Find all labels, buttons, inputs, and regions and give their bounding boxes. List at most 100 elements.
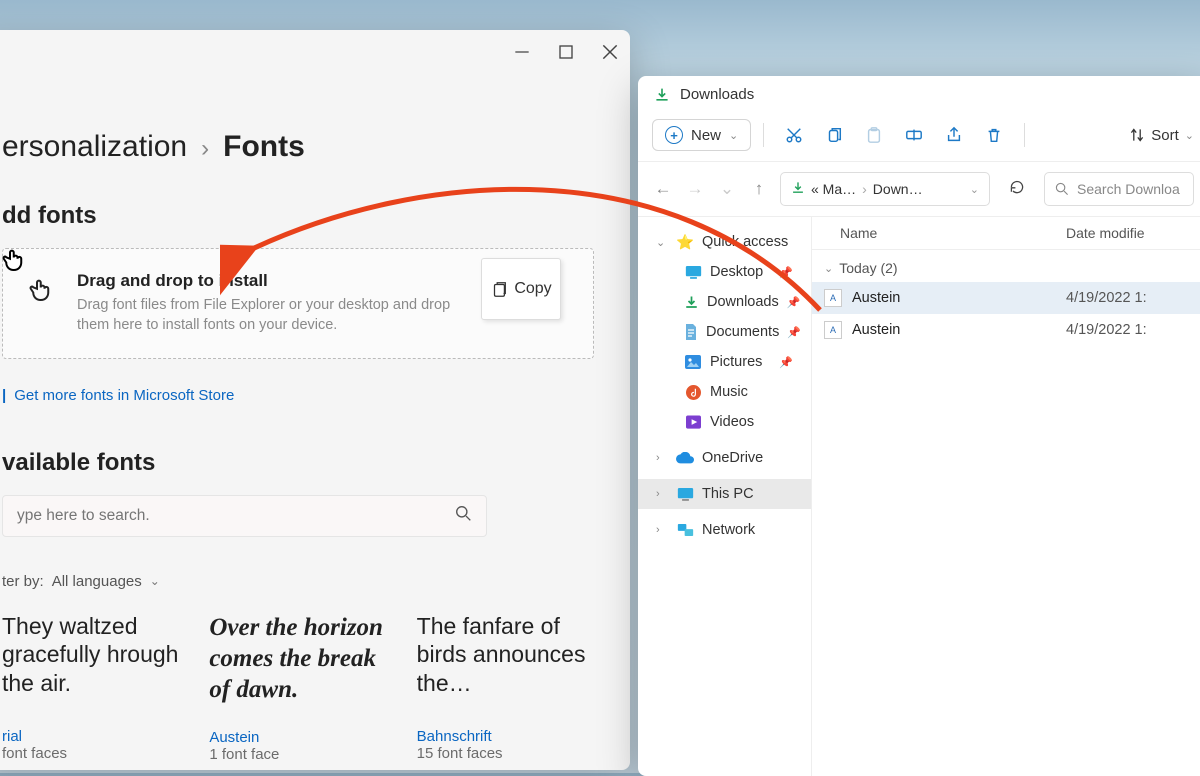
file-row[interactable]: A Austein 4/19/2022 1: [812,282,1200,314]
cut-button[interactable] [776,119,812,151]
up-button[interactable]: ↑ [748,179,770,199]
tree-onedrive[interactable]: › OneDrive [638,443,811,473]
dropzone-desc: Drag font files from File Explorer or yo… [77,295,467,336]
tree-desktop[interactable]: Desktop 📌 [638,257,811,287]
explorer-title: Downloads [680,86,754,103]
forward-button: → [684,179,706,199]
copy-icon [490,280,508,298]
font-search-input[interactable] [17,507,455,525]
font-name: Austein [209,729,386,746]
tree-label: Documents [706,324,779,340]
nav-tree: ⌄ ⭐ Quick access Desktop 📌 Downloads 📌 D… [638,217,812,776]
back-button[interactable]: ← [652,179,674,199]
tree-network[interactable]: › Network [638,515,811,545]
tree-label: OneDrive [702,450,763,466]
new-button[interactable]: + New ⌄ [652,119,751,151]
filter-row[interactable]: ter by: All languages ⌄ [2,573,594,590]
search-placeholder: Search Downloa [1077,181,1180,197]
recent-button[interactable]: ⌄ [716,179,738,199]
path-seg[interactable]: Down… [873,181,923,197]
tree-label: Downloads [707,294,779,310]
explorer-search[interactable]: Search Downloa [1044,172,1194,206]
breadcrumb: ersonalization › Fonts [2,130,594,164]
file-row[interactable]: A Austein 4/19/2022 1: [812,314,1200,346]
star-icon: ⭐ [676,233,694,251]
explorer-window: Downloads + New ⌄ Sort ⌄ ← → ⌄ ↑ « Ma… ›… [638,76,1200,776]
explorer-toolbar: + New ⌄ Sort ⌄ [638,113,1200,162]
font-card[interactable]: Over the horizon comes the break of dawn… [209,612,386,764]
tree-videos[interactable]: Videos [638,407,811,437]
search-icon [1055,182,1069,196]
expander-icon[interactable]: › [656,452,668,464]
separator [1024,123,1025,147]
sort-icon [1129,127,1145,143]
pin-icon: 📌 [787,296,811,309]
font-search[interactable] [2,495,487,537]
tree-label: Network [702,522,755,538]
font-sample: The fanfare of birds announces the… [417,612,594,704]
tree-pictures[interactable]: Pictures 📌 [638,347,811,377]
font-sample: Over the horizon comes the break of dawn… [209,612,386,706]
close-icon [602,44,618,60]
filter-label: ter by: [2,573,44,590]
refresh-button[interactable] [1000,179,1034,200]
group-label: Today (2) [839,260,897,276]
explorer-path-bar: ← → ⌄ ↑ « Ma… › Down… ⌄ Search Downloa [638,162,1200,217]
copy-button[interactable] [816,119,852,151]
dropzone-title: Drag and drop to install [77,271,467,291]
breadcrumb-parent[interactable]: ersonalization [2,130,187,164]
expander-icon[interactable]: › [656,488,668,500]
close-button[interactable] [602,44,618,60]
font-dropzone[interactable]: Drag and drop to install Drag font files… [2,248,594,359]
group-header[interactable]: ⌄ Today (2) [812,250,1200,282]
file-date: 4/19/2022 1: [1066,290,1196,306]
tree-documents[interactable]: Documents 📌 [638,317,811,347]
expander-icon[interactable]: ⌄ [824,262,833,275]
sort-button[interactable]: Sort ⌄ [1129,127,1194,144]
share-button[interactable] [936,119,972,151]
tree-label: Quick access [702,234,788,250]
add-fonts-heading: dd fonts [2,202,594,230]
file-list: Name Date modifie ⌄ Today (2) A Austein … [812,217,1200,776]
store-link[interactable]: Get more fonts in Microsoft Store [2,387,234,404]
chevron-right-icon: › [862,181,867,197]
paste-button [856,119,892,151]
videos-icon [684,413,702,431]
drag-hand-icon [27,275,59,312]
file-name: Austein [852,322,1066,338]
tree-music[interactable]: Music [638,377,811,407]
drag-copy-label: Copy [514,280,551,298]
pin-icon: 📌 [779,266,803,279]
downloads-icon [791,181,805,198]
expander-icon[interactable]: ⌄ [656,236,668,249]
font-name: rial [2,728,179,745]
font-faces: font faces [2,745,179,762]
col-date[interactable]: Date modifie [1066,225,1196,241]
address-bar[interactable]: « Ma… › Down… ⌄ [780,172,990,206]
minimize-button[interactable] [514,44,530,60]
font-card-list: They waltzed gracefully hrough the air. … [2,612,594,764]
path-seg[interactable]: « Ma… [811,181,856,197]
tree-label: Desktop [710,264,763,280]
pin-icon: 📌 [779,356,803,369]
tree-this-pc[interactable]: › This PC [638,479,811,509]
font-sample: They waltzed gracefully hrough the air. [2,612,179,704]
separator [763,123,764,147]
expander-icon[interactable]: › [656,524,668,536]
font-faces: 15 font faces [417,745,594,762]
col-name[interactable]: Name [824,225,1066,241]
tree-downloads[interactable]: Downloads 📌 [638,287,811,317]
tree-quick-access[interactable]: ⌄ ⭐ Quick access [638,227,811,257]
file-date: 4/19/2022 1: [1066,322,1196,338]
network-icon [676,521,694,539]
font-card[interactable]: The fanfare of birds announces the… Bahn… [417,612,594,764]
delete-button[interactable] [976,119,1012,151]
rename-button[interactable] [896,119,932,151]
chevron-down-icon[interactable]: ⌄ [970,183,979,196]
font-card[interactable]: They waltzed gracefully hrough the air. … [2,612,179,764]
file-name: Austein [852,290,1066,306]
new-label: New [691,127,721,144]
available-fonts-heading: vailable fonts [2,449,594,477]
maximize-button[interactable] [558,44,574,60]
font-faces: 1 font face [209,746,386,763]
